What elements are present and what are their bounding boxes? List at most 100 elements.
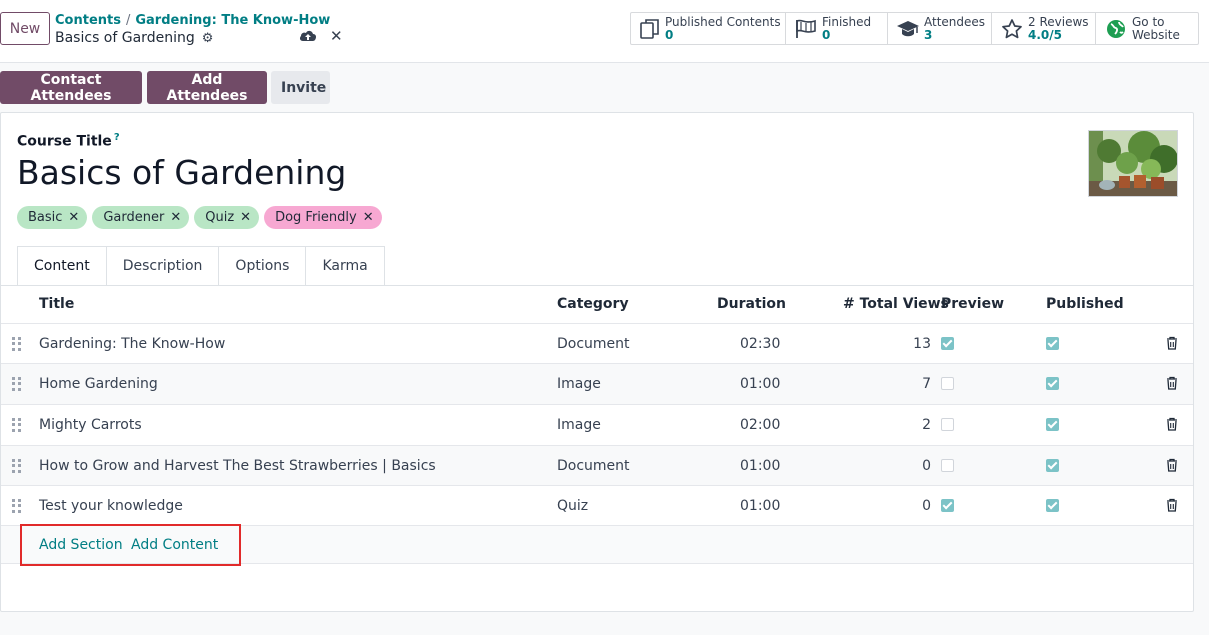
row-duration: 02:00: [740, 417, 781, 433]
smart-buttons: Published Contents 0 Finished 0 Attendees 3…: [630, 12, 1199, 45]
breadcrumb-contents[interactable]: Contents: [55, 13, 121, 28]
drag-handle-icon[interactable]: [12, 499, 22, 513]
star-icon: [1000, 18, 1024, 40]
new-button[interactable]: New: [0, 12, 50, 45]
documents-icon: [639, 18, 661, 40]
published-checkbox[interactable]: [1046, 377, 1059, 390]
row-views: 0: [922, 458, 931, 474]
drag-handle-icon[interactable]: [12, 459, 22, 473]
column-header-preview[interactable]: Preview: [941, 296, 1004, 312]
course-title-input[interactable]: Basics of Gardening: [17, 153, 346, 192]
row-category: Document: [557, 336, 630, 352]
flag-icon: [794, 18, 818, 40]
stat-go-to-website[interactable]: Go to Website: [1096, 13, 1198, 44]
trash-icon[interactable]: [1166, 336, 1178, 350]
stat-value: 0: [665, 27, 674, 42]
drag-handle-icon[interactable]: [12, 337, 22, 351]
record-title: Basics of Gardening ⚙: [55, 30, 213, 46]
close-icon[interactable]: ✕: [170, 210, 181, 225]
notebook-tabs: Content Description Options Karma: [17, 246, 385, 286]
column-header-views[interactable]: # Total Views: [843, 296, 949, 312]
graduation-cap-icon: [896, 18, 920, 40]
tab-divider: [1, 285, 1193, 286]
column-header-duration[interactable]: Duration: [717, 296, 786, 312]
preview-checkbox[interactable]: [941, 499, 954, 512]
drag-handle-icon[interactable]: [12, 377, 22, 391]
row-duration: 01:00: [740, 376, 781, 392]
row-duration: 01:00: [740, 498, 781, 514]
breadcrumb: Contents / Gardening: The Know-How: [55, 13, 330, 28]
help-tooltip-icon[interactable]: ?: [114, 132, 120, 143]
close-icon[interactable]: ✕: [330, 27, 343, 45]
row-views: 0: [922, 498, 931, 514]
row-category: Image: [557, 376, 601, 392]
cloud-upload-icon[interactable]: [299, 28, 317, 44]
tag-quiz[interactable]: Quiz ✕: [194, 206, 260, 229]
published-checkbox[interactable]: [1046, 459, 1059, 472]
trash-icon[interactable]: [1166, 458, 1178, 472]
row-views: 7: [922, 376, 931, 392]
preview-checkbox[interactable]: [941, 377, 954, 390]
table-row[interactable]: Test your knowledge Quiz 01:00 0: [1, 485, 1193, 526]
breadcrumb-parent[interactable]: Gardening: The Know-How: [135, 13, 330, 28]
trash-icon[interactable]: [1166, 376, 1178, 390]
close-icon[interactable]: ✕: [363, 210, 374, 225]
row-title: Mighty Carrots: [39, 417, 142, 433]
trash-icon[interactable]: [1166, 498, 1178, 512]
row-title: Gardening: The Know-How: [39, 336, 226, 352]
stat-label: Attendees: [924, 14, 986, 29]
tab-karma[interactable]: Karma: [306, 246, 385, 286]
trash-icon[interactable]: [1166, 417, 1178, 431]
close-icon[interactable]: ✕: [68, 210, 79, 225]
tag-list: Basic ✕ Gardener ✕ Quiz ✕ Dog Friendly ✕: [17, 206, 382, 229]
course-image[interactable]: [1088, 130, 1178, 197]
invite-button[interactable]: Invite: [271, 71, 330, 104]
stat-value: 3: [924, 27, 933, 42]
published-checkbox[interactable]: [1046, 418, 1059, 431]
stat-label: Finished: [822, 14, 872, 29]
close-icon[interactable]: ✕: [240, 210, 251, 225]
row-title: Home Gardening: [39, 376, 158, 392]
published-checkbox[interactable]: [1046, 337, 1059, 350]
row-duration: 02:30: [740, 336, 781, 352]
stat-published-contents[interactable]: Published Contents 0: [631, 13, 786, 44]
column-header-category[interactable]: Category: [557, 296, 629, 312]
column-header-published[interactable]: Published: [1046, 296, 1124, 312]
highlight-box: [20, 524, 241, 566]
table-row[interactable]: Gardening: The Know-How Document 02:30 13: [1, 323, 1193, 364]
published-checkbox[interactable]: [1046, 499, 1059, 512]
column-header-title[interactable]: Title: [39, 296, 74, 312]
drag-handle-icon[interactable]: [12, 418, 22, 432]
stat-reviews[interactable]: 2 Reviews 4.0/5: [992, 13, 1096, 44]
row-views: 13: [913, 336, 931, 352]
tab-content[interactable]: Content: [17, 246, 107, 286]
preview-checkbox[interactable]: [941, 418, 954, 431]
tab-description[interactable]: Description: [106, 246, 220, 286]
add-attendees-button[interactable]: Add Attendees: [147, 71, 267, 104]
tag-gardener[interactable]: Gardener ✕: [92, 206, 190, 229]
preview-checkbox[interactable]: [941, 459, 954, 472]
tag-basic[interactable]: Basic ✕: [17, 206, 88, 229]
stat-finished[interactable]: Finished 0: [786, 13, 888, 44]
stat-value: 0: [822, 27, 831, 42]
control-panel: New Contents / Gardening: The Know-How Bas…: [0, 0, 1209, 63]
preview-checkbox[interactable]: [941, 337, 954, 350]
globe-icon: [1104, 18, 1128, 40]
contact-attendees-button[interactable]: Contact Attendees: [0, 71, 142, 104]
record-title-text: Basics of Gardening: [55, 30, 195, 46]
table-row[interactable]: Home Gardening Image 01:00 7: [1, 363, 1193, 404]
table-row[interactable]: Mighty Carrots Image 02:00 2: [1, 404, 1193, 445]
stat-value: Website: [1132, 27, 1180, 42]
row-duration: 01:00: [740, 458, 781, 474]
stat-value: 4.0/5: [1028, 27, 1062, 42]
tab-options[interactable]: Options: [219, 246, 307, 286]
gear-icon[interactable]: ⚙: [202, 31, 214, 46]
row-category: Image: [557, 417, 601, 433]
table-row[interactable]: How to Grow and Harvest The Best Strawbe…: [1, 445, 1193, 486]
stat-attendees[interactable]: Attendees 3: [888, 13, 992, 44]
stat-label: Go to: [1132, 14, 1165, 29]
tag-dog-friendly[interactable]: Dog Friendly ✕: [264, 206, 382, 229]
row-category: Document: [557, 458, 630, 474]
row-title: How to Grow and Harvest The Best Strawbe…: [39, 458, 436, 474]
stat-label: 2 Reviews: [1028, 14, 1089, 29]
